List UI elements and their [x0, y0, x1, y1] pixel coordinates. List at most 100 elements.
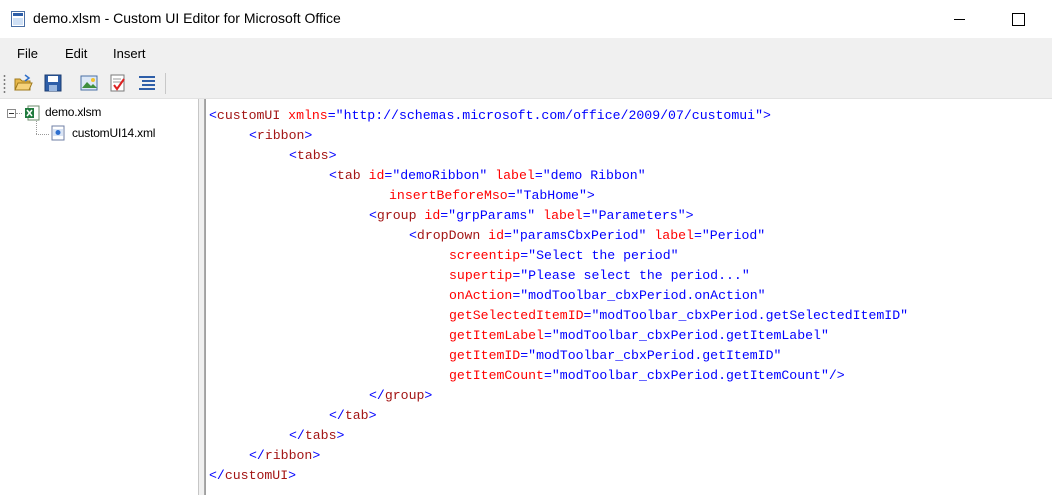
xml-attribute-value: "modToolbar_cbxPeriod.getItemID" [528, 348, 782, 363]
code-line[interactable]: supertip="Please select the period..." [209, 266, 908, 286]
xml-attribute-name: insertBeforeMso [389, 188, 508, 203]
xml-attribute-name: supertip [449, 268, 513, 283]
xml-bracket: /> [828, 368, 845, 383]
xml-tag-name: group [384, 388, 425, 403]
code-line[interactable]: <tab id="demoRibbon" label="demo Ribbon" [209, 166, 908, 186]
menu-file[interactable]: File [17, 46, 38, 61]
xml-bracket: < [289, 148, 297, 163]
code-line[interactable]: screentip="Select the period" [209, 246, 908, 266]
collapse-toggle[interactable] [7, 109, 16, 118]
minimize-button[interactable] [942, 8, 978, 30]
validate-icon[interactable] [108, 73, 128, 93]
code-line[interactable]: insertBeforeMso="TabHome"> [209, 186, 908, 206]
code-line[interactable]: <group id="grpParams" label="Parameters"… [209, 206, 908, 226]
xml-attribute-name: screentip [449, 248, 521, 263]
xml-bracket: </ [329, 408, 345, 423]
xml-tag-name: tab [336, 168, 361, 183]
save-icon[interactable] [43, 73, 63, 93]
document-tree: demo.xlsm customUI14.xml [0, 99, 199, 495]
xml-tag-name: group [376, 208, 417, 223]
xml-bracket: > [368, 408, 377, 423]
code-line[interactable]: getSelectedItemID="modToolbar_cbxPeriod.… [209, 306, 908, 326]
window-title: demo.xlsm - Custom UI Editor for Microso… [33, 10, 341, 26]
xml-attribute-name: id [488, 228, 504, 243]
code-line[interactable]: </customUI> [209, 466, 908, 486]
xml-attribute-name: onAction [449, 288, 513, 303]
toolbar-separator [165, 73, 166, 94]
xml-bracket: > [586, 188, 595, 203]
xml-attribute-value: "grpParams" [448, 208, 536, 223]
code-line[interactable]: </tabs> [209, 426, 908, 446]
app-icon [11, 11, 25, 27]
xml-attribute-name: getItemLabel [449, 328, 544, 343]
tree-item-demo-xlsm[interactable]: demo.xlsm [45, 105, 101, 119]
xml-bracket: </ [249, 448, 265, 463]
xml-tag-name: tabs [296, 148, 329, 163]
xml-tag-name: customUI [216, 108, 281, 123]
insert-icons-icon[interactable] [79, 73, 99, 93]
xml-equals: = [543, 328, 552, 343]
xml-tag-name: tab [344, 408, 369, 423]
xml-bracket: > [288, 468, 297, 483]
xml-attribute-value: "paramsCbxPeriod" [511, 228, 647, 243]
xml-bracket: < [209, 108, 217, 123]
xml-equals: = [520, 248, 529, 263]
xml-bracket: > [304, 128, 313, 143]
menu-bar: File Edit Insert [0, 38, 1052, 68]
code-view[interactable]: <customUI xmlns="http://schemas.microsof… [209, 106, 908, 486]
xml-bracket: > [763, 108, 771, 123]
xml-attribute-value: "Period" [701, 228, 766, 243]
xml-bracket: </ [369, 388, 385, 403]
xml-attribute-name: getItemID [449, 348, 521, 363]
xml-bracket: </ [209, 468, 225, 483]
xml-bracket: > [336, 428, 345, 443]
code-line[interactable]: getItemID="modToolbar_cbxPeriod.getItemI… [209, 346, 908, 366]
code-line[interactable]: <customUI xmlns="http://schemas.microsof… [209, 106, 908, 126]
xml-attribute-value: "TabHome" [515, 188, 587, 203]
xml-tag-name: customUI [224, 468, 289, 483]
code-line[interactable]: <ribbon> [209, 126, 908, 146]
generate-callbacks-icon[interactable] [137, 73, 157, 93]
code-line[interactable]: </ribbon> [209, 446, 908, 466]
xml-editor[interactable]: <customUI xmlns="http://schemas.microsof… [205, 99, 1052, 495]
menu-edit[interactable]: Edit [65, 46, 87, 61]
xml-attribute-value: "Please select the period..." [520, 268, 750, 283]
xml-attribute-value: "Parameters" [590, 208, 686, 223]
xml-attribute-name: id [368, 168, 385, 183]
xml-tag-name: tabs [304, 428, 337, 443]
xml-attribute-value: "modToolbar_cbxPeriod.getSelectedItemID" [591, 308, 909, 323]
xml-equals: = [534, 168, 543, 183]
xml-equals: = [503, 228, 512, 243]
xml-equals: = [507, 188, 516, 203]
code-line[interactable]: getItemCount="modToolbar_cbxPeriod.getIt… [209, 366, 908, 386]
menu-insert[interactable]: Insert [113, 46, 146, 61]
code-line[interactable]: <tabs> [209, 146, 908, 166]
xml-bracket: > [424, 388, 433, 403]
xml-equals: = [543, 368, 552, 383]
xml-bracket: < [249, 128, 257, 143]
xml-equals: = [693, 228, 702, 243]
xml-bracket: </ [289, 428, 305, 443]
xml-tag-name: ribbon [256, 128, 305, 143]
xml-attribute-name: getItemCount [449, 368, 544, 383]
xml-bracket: > [685, 208, 694, 223]
code-line[interactable]: onAction="modToolbar_cbxPeriod.onAction" [209, 286, 908, 306]
xml-attribute-name: label [654, 228, 694, 243]
xml-equals: = [327, 108, 336, 123]
code-line[interactable]: </group> [209, 386, 908, 406]
xml-bracket: < [329, 168, 337, 183]
xml-equals: = [440, 208, 449, 223]
code-line[interactable]: <dropDown id="paramsCbxPeriod" label="Pe… [209, 226, 908, 246]
xml-bracket: < [369, 208, 377, 223]
excel-file-icon [25, 105, 40, 121]
toolbar [0, 68, 1052, 99]
toolbar-grip[interactable] [3, 74, 6, 94]
tree-item-customui14-xml[interactable]: customUI14.xml [72, 126, 155, 140]
code-line[interactable]: getItemLabel="modToolbar_cbxPeriod.getIt… [209, 326, 908, 346]
open-icon[interactable] [13, 73, 33, 93]
code-line[interactable]: </tab> [209, 406, 908, 426]
maximize-button[interactable] [1000, 8, 1036, 30]
xml-attribute-name: id [424, 208, 441, 223]
xml-bracket: > [328, 148, 337, 163]
xml-attribute-name: label [495, 168, 535, 183]
